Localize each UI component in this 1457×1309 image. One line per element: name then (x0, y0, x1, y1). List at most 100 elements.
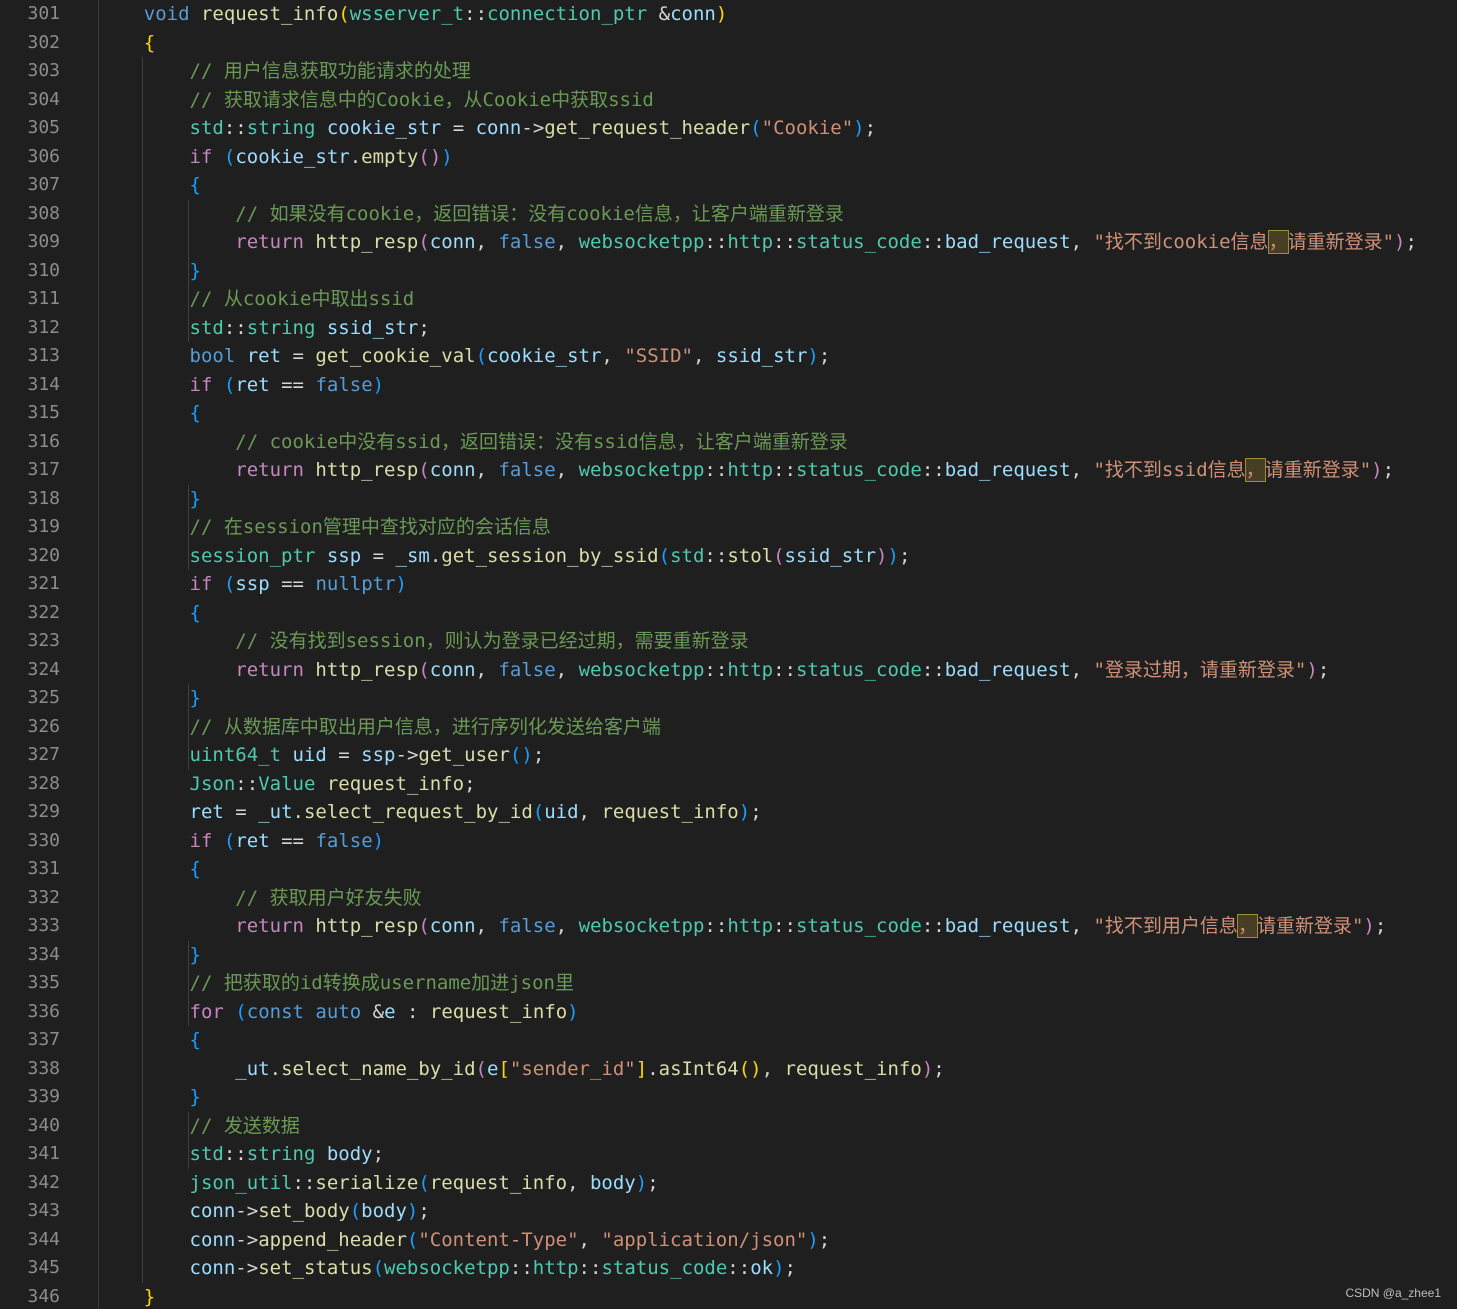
code-line[interactable]: return http_resp(conn, false, websocketp… (98, 912, 1457, 941)
code-line[interactable]: { (98, 29, 1457, 58)
line-number: 329 (27, 801, 60, 822)
code-editor[interactable]: 301 302 303 304 305 306 307 308 309 310 311 312 313 3… (0, 0, 1457, 1309)
code-line[interactable]: { (98, 599, 1457, 628)
code-line[interactable]: uint64_t uid = ssp->get_user(); (98, 741, 1457, 770)
line-number: 338 (27, 1057, 60, 1079)
line-number: 323 (27, 630, 60, 651)
code-line[interactable]: // 从cookie中取出ssid (98, 285, 1457, 314)
code-line[interactable]: // 在session管理中查找对应的会话信息 (98, 513, 1457, 542)
line-number: 325 (27, 687, 60, 708)
line-number: 342 (27, 1171, 60, 1193)
code-line[interactable]: { (98, 171, 1457, 200)
indent-guide (188, 484, 189, 570)
indent-guide (188, 684, 189, 770)
line-number: 305 (27, 117, 60, 138)
line-number: 336 (27, 1000, 60, 1022)
code-line[interactable]: // 发送数据 (98, 1112, 1457, 1141)
code-line[interactable]: if (ret == false) (98, 827, 1457, 856)
code-line[interactable]: std::string body; (98, 1140, 1457, 1169)
code-line[interactable]: // 没有找到session，则认为登录已经过期，需要重新登录 (98, 627, 1457, 656)
line-number: 316 (27, 430, 60, 452)
code-line[interactable]: if (ret == false) (98, 371, 1457, 400)
line-number: 339 (27, 1086, 60, 1107)
code-line[interactable]: for (const auto &e : request_info) (98, 998, 1457, 1027)
line-number: 331 (27, 858, 60, 879)
code-line[interactable]: } (98, 684, 1457, 713)
line-number: 344 (27, 1228, 60, 1250)
code-line[interactable]: conn->append_header("Content-Type", "app… (98, 1226, 1457, 1255)
code-line[interactable]: _ut.select_name_by_id(e["sender_id"].asI… (98, 1055, 1457, 1084)
line-number: 308 (27, 202, 60, 224)
code-line[interactable]: } (98, 1283, 1457, 1309)
code-line[interactable]: session_ptr ssp = _sm.get_session_by_ssi… (98, 542, 1457, 571)
line-number: 314 (27, 373, 60, 395)
line-number: 337 (27, 1029, 60, 1050)
line-number: 301 (27, 3, 60, 24)
line-number-gutter: 301 302 303 304 305 306 307 308 309 310 311 312 313 3… (0, 0, 98, 1309)
code-line[interactable]: Json::Value request_info; (98, 770, 1457, 799)
line-number: 343 (27, 1200, 60, 1221)
line-number: 326 (27, 715, 60, 737)
line-number: 304 (27, 88, 60, 110)
code-line[interactable]: } (98, 1083, 1457, 1112)
code-line[interactable]: // 用户信息获取功能请求的处理 (98, 57, 1457, 86)
code-line[interactable]: } (98, 941, 1457, 970)
code-line[interactable]: json_util::serialize(request_info, body)… (98, 1169, 1457, 1198)
code-line[interactable]: } (98, 485, 1457, 514)
line-number: 327 (27, 744, 60, 765)
line-number: 340 (27, 1114, 60, 1136)
line-number: 312 (27, 316, 60, 338)
line-number: 330 (27, 829, 60, 851)
line-number: 307 (27, 174, 60, 195)
line-number: 322 (27, 601, 60, 623)
code-line[interactable]: // 获取请求信息中的Cookie，从Cookie中获取ssid (98, 86, 1457, 115)
line-number: 321 (27, 573, 60, 594)
code-line[interactable]: // cookie中没有ssid，返回错误：没有ssid信息，让客户端重新登录 (98, 428, 1457, 457)
line-number: 311 (27, 288, 60, 309)
code-line[interactable]: if (cookie_str.empty()) (98, 143, 1457, 172)
line-number: 335 (27, 972, 60, 993)
code-line[interactable]: ret = _ut.select_request_by_id(uid, requ… (98, 798, 1457, 827)
line-number: 333 (27, 915, 60, 936)
line-number: 313 (27, 345, 60, 366)
line-number: 317 (27, 459, 60, 480)
code-line[interactable]: bool ret = get_cookie_val(cookie_str, "S… (98, 342, 1457, 371)
indent-guide (188, 199, 189, 342)
indent-guide (188, 940, 189, 1026)
line-number: 315 (27, 402, 60, 423)
code-line[interactable]: // 把获取的id转换成username加进json里 (98, 969, 1457, 998)
code-line[interactable]: return http_resp(conn, false, websocketp… (98, 656, 1457, 685)
line-number: 303 (27, 60, 60, 81)
code-line[interactable]: conn->set_status(websocketpp::http::stat… (98, 1254, 1457, 1283)
line-number: 346 (27, 1285, 60, 1307)
code-line[interactable]: if (ssp == nullptr) (98, 570, 1457, 599)
line-number: 320 (27, 544, 60, 566)
line-number: 341 (27, 1143, 60, 1164)
code-line[interactable]: { (98, 399, 1457, 428)
indent-guide (188, 1111, 189, 1169)
line-number: 319 (27, 516, 60, 537)
line-number: 345 (27, 1257, 60, 1278)
line-number: 324 (27, 658, 60, 680)
code-line[interactable]: { (98, 1026, 1457, 1055)
code-line[interactable]: // 从数据库中取出用户信息，进行序列化发送给客户端 (98, 713, 1457, 742)
code-line[interactable]: conn->set_body(body); (98, 1197, 1457, 1226)
line-number: 332 (27, 886, 60, 908)
indent-guide (142, 57, 143, 1283)
line-number: 310 (27, 259, 60, 281)
code-line[interactable]: return http_resp(conn, false, websocketp… (98, 456, 1457, 485)
code-line[interactable]: // 如果没有cookie，返回错误：没有cookie信息，让客户端重新登录 (98, 200, 1457, 229)
code-line[interactable]: std::string ssid_str; (98, 314, 1457, 343)
line-number: 302 (27, 31, 60, 53)
code-line[interactable]: // 获取用户好友失败 (98, 884, 1457, 913)
line-number: 328 (27, 772, 60, 794)
code-line[interactable]: } (98, 257, 1457, 286)
line-number: 306 (27, 145, 60, 167)
code-line[interactable]: std::string cookie_str = conn->get_reque… (98, 114, 1457, 143)
line-number: 334 (27, 943, 60, 965)
line-number: 309 (27, 231, 60, 252)
code-line[interactable]: void request_info(wsserver_t::connection… (98, 0, 1457, 29)
watermark: CSDN @a_zhee1 (1345, 1286, 1441, 1300)
code-line[interactable]: { (98, 855, 1457, 884)
code-line[interactable]: return http_resp(conn, false, websocketp… (98, 228, 1457, 257)
